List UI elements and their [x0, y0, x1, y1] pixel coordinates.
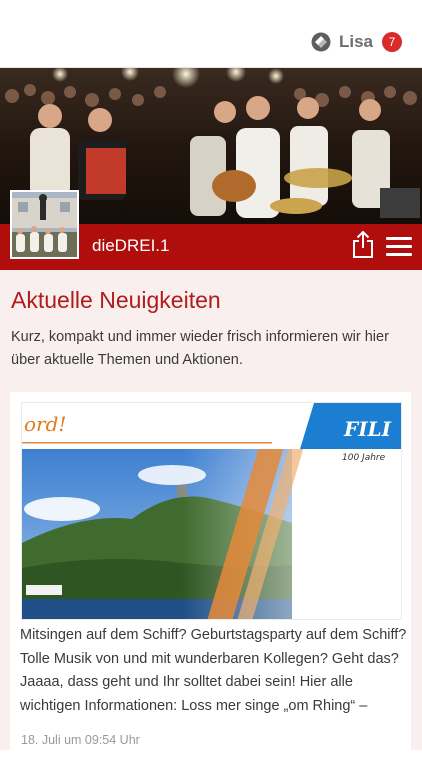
app-logo-icon	[311, 32, 331, 52]
section-title: Aktuelle Neuigkeiten	[11, 287, 221, 313]
brand-name[interactable]: dieDREI.1	[92, 236, 169, 256]
news-card[interactable]: ord! FILI 100 Jahre Mitsingen auf dem Sc…	[10, 392, 411, 762]
top-bar: Lisa 7	[0, 0, 422, 68]
news-card-text: Mitsingen auf dem Schiff? Geburtstagspar…	[20, 627, 407, 714]
news-section: Aktuelle Neuigkeiten Kurz, kompakt und i…	[0, 270, 422, 762]
user-menu[interactable]: Lisa 7	[311, 32, 402, 52]
news-card-date: 18. Juli um 09:54 Uhr	[21, 733, 140, 747]
share-icon[interactable]	[352, 231, 374, 258]
banner-text-left: ord!	[24, 412, 66, 436]
user-name: Lisa	[338, 32, 373, 51]
banner-subtext: 100 Jahre	[342, 453, 386, 463]
banner-text-right: FILI	[343, 417, 392, 441]
section-description: Kurz, kompakt und immer wieder frisch in…	[11, 329, 389, 368]
news-card-image[interactable]: ord! FILI 100 Jahre	[21, 402, 402, 620]
hamburger-menu-icon[interactable]	[386, 237, 412, 257]
group-avatar	[10, 190, 79, 259]
notification-badge[interactable]: 7	[382, 32, 402, 52]
